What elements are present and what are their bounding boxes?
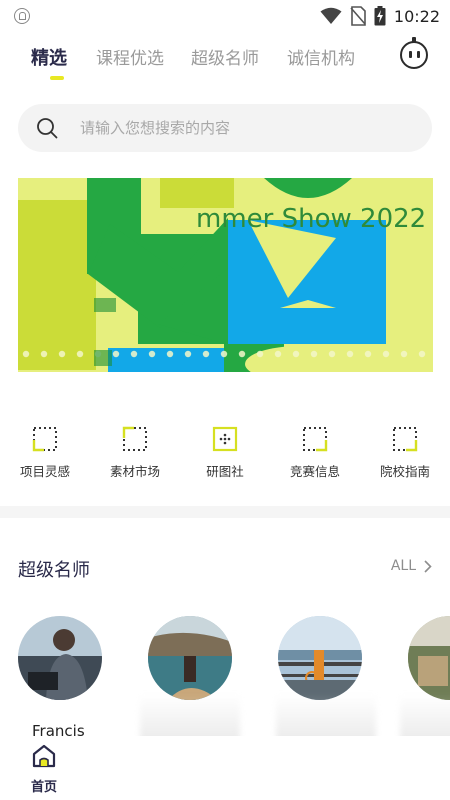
home-icon bbox=[32, 744, 56, 768]
tab-trusted-institutions[interactable]: 诚信机构 bbox=[287, 44, 355, 69]
promo-banner[interactable]: mmer Show 2022 bbox=[18, 178, 433, 372]
grid-square-icon bbox=[212, 426, 238, 452]
dotted-square-icon bbox=[32, 427, 57, 452]
battery-charging-icon bbox=[374, 6, 386, 26]
bottom-navigation: 首页 bbox=[0, 736, 450, 800]
teacher-list: Francis bbox=[0, 616, 450, 746]
teacher-card[interactable] bbox=[148, 616, 232, 700]
active-tab-indicator bbox=[50, 76, 64, 80]
quick-entries: 项目灵感 素材市场 研图社 竞赛信息 院校指南 bbox=[0, 420, 450, 490]
no-sim-icon bbox=[350, 6, 366, 26]
quick-entry-project-inspiration[interactable]: 项目灵感 bbox=[10, 420, 80, 480]
wifi-icon bbox=[320, 7, 342, 24]
search-bar[interactable] bbox=[18, 104, 432, 152]
quick-entry-label: 院校指南 bbox=[379, 464, 430, 479]
quick-entry-material-market[interactable]: 素材市场 bbox=[100, 420, 170, 480]
section-divider bbox=[0, 506, 450, 518]
tab-courses[interactable]: 课程优选 bbox=[96, 44, 164, 69]
tab-featured[interactable]: 精选 bbox=[31, 44, 67, 70]
status-time: 10:22 bbox=[393, 6, 440, 26]
quick-entry-label: 竞赛信息 bbox=[289, 464, 340, 479]
avatar bbox=[278, 616, 362, 700]
banner-title: mmer Show 2022 bbox=[196, 204, 427, 234]
chevron-right-icon bbox=[424, 559, 432, 573]
dotted-square-icon bbox=[303, 427, 328, 452]
quick-entry-college-guide[interactable]: 院校指南 bbox=[370, 420, 440, 480]
tab-super-teachers[interactable]: 超级名师 bbox=[191, 44, 259, 69]
search-input[interactable] bbox=[80, 116, 410, 140]
status-icons: 10:22 bbox=[320, 6, 440, 26]
avatar bbox=[18, 616, 102, 700]
top-tabs: 精选 课程优选 超级名师 诚信机构 bbox=[0, 38, 450, 78]
shield-icon bbox=[14, 8, 30, 24]
avatar bbox=[148, 616, 232, 700]
quick-entry-label: 项目灵感 bbox=[19, 464, 70, 479]
quick-entry-research-club[interactable]: 研图社 bbox=[190, 420, 260, 480]
view-all-label: ALL bbox=[390, 558, 416, 574]
nav-home-label: 首页 bbox=[30, 780, 57, 795]
dotted-square-icon bbox=[122, 426, 147, 451]
search-icon bbox=[37, 118, 58, 139]
view-all-link[interactable]: ALL bbox=[391, 558, 432, 574]
quick-entry-label: 研图社 bbox=[206, 464, 244, 479]
teacher-card[interactable] bbox=[408, 616, 450, 700]
dotted-square-icon bbox=[393, 427, 418, 452]
teacher-card[interactable] bbox=[278, 616, 362, 700]
status-bar: 10:22 bbox=[0, 0, 450, 32]
section-title-super-teachers: 超级名师 bbox=[18, 560, 90, 581]
quick-entry-competition-info[interactable]: 竞赛信息 bbox=[280, 420, 350, 480]
robot-assistant-icon[interactable] bbox=[400, 37, 428, 69]
teacher-card[interactable]: Francis bbox=[18, 616, 102, 740]
quick-entry-label: 素材市场 bbox=[109, 464, 160, 479]
nav-home[interactable]: 首页 bbox=[22, 744, 66, 795]
avatar bbox=[408, 616, 450, 700]
